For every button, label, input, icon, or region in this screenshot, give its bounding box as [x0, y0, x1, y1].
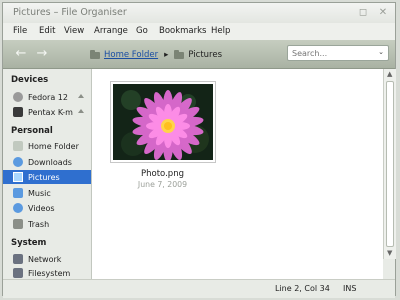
disk-icon	[13, 92, 23, 102]
file-date: June 7, 2009	[137, 180, 188, 189]
menu-go[interactable]: Go	[136, 26, 148, 36]
sidebar-item-videos[interactable]: Videos	[13, 201, 55, 215]
eject-icon[interactable]	[78, 109, 84, 113]
app-window: Pictures – File Organiser ◻ ✕ File Edit …	[2, 2, 396, 298]
pictures-folder-icon	[174, 49, 185, 59]
sidebar-item-pictures[interactable]: Pictures	[3, 170, 91, 184]
sidebar: Devices Fedora 12 Pentax K-m Personal Ho…	[3, 69, 92, 279]
sidebar-item-label: Pentax K-m	[28, 107, 73, 117]
sidebar-item-filesystem[interactable]: Filesystem	[13, 266, 70, 280]
pictures-icon	[13, 172, 23, 182]
file-thumbnail-frame[interactable]	[110, 81, 216, 163]
camera-icon	[13, 107, 23, 117]
sidebar-item-music[interactable]: Music	[13, 186, 51, 200]
download-icon	[13, 157, 23, 167]
scroll-up-icon[interactable]: ▲	[387, 71, 392, 78]
file-name[interactable]: Photo.png	[92, 169, 233, 179]
sidebar-item-label: Pictures	[28, 172, 60, 182]
music-icon	[13, 188, 23, 198]
sidebar-item-label: Network	[28, 254, 62, 264]
sidebar-item-trash[interactable]: Trash	[13, 217, 49, 231]
window-title: Pictures – File Organiser	[13, 7, 127, 18]
statusbar: Line 2, Col 34 INS	[3, 279, 395, 298]
sidebar-section-devices: Devices	[11, 75, 49, 85]
menu-arrange[interactable]: Arrange	[94, 26, 128, 36]
breadcrumb-home[interactable]: Home Folder	[104, 50, 158, 60]
sidebar-section-system: System	[11, 238, 47, 248]
forward-icon[interactable]: →	[34, 46, 50, 62]
file-view: Photo.png June 7, 2009	[92, 69, 383, 279]
titlebar[interactable]: Pictures – File Organiser ◻ ✕	[3, 3, 395, 23]
breadcrumb-separator-icon: ▸	[164, 50, 169, 60]
toolbar: ← → Home Folder ▸ Pictures ⌄	[3, 40, 395, 69]
sidebar-item-label: Music	[28, 188, 51, 198]
status-position: Line 2, Col 34	[275, 284, 330, 293]
search-box[interactable]: ⌄	[287, 45, 389, 61]
search-dropdown-icon[interactable]: ⌄	[378, 48, 384, 56]
sidebar-item-downloads[interactable]: Downloads	[13, 155, 72, 169]
menubar: File Edit View Arrange Go Bookmarks Help	[3, 23, 395, 40]
status-mode: INS	[343, 284, 357, 293]
maximize-icon[interactable]: ◻	[358, 8, 368, 18]
search-input[interactable]	[288, 46, 376, 60]
back-icon[interactable]: ←	[13, 46, 29, 62]
network-icon	[13, 254, 23, 264]
scrollbar[interactable]: ▲ ▼	[383, 69, 396, 259]
breadcrumb: Home Folder ▸ Pictures	[90, 48, 222, 62]
eject-icon[interactable]	[78, 94, 84, 98]
video-icon	[13, 203, 23, 213]
sidebar-item-network[interactable]: Network	[13, 252, 61, 266]
sidebar-section-personal: Personal	[11, 126, 53, 136]
sidebar-item-label: Videos	[28, 203, 55, 213]
sidebar-item-label: Trash	[28, 219, 50, 229]
flower-image	[113, 84, 213, 160]
photo-thumbnail	[113, 84, 213, 160]
breadcrumb-pictures[interactable]: Pictures	[188, 50, 222, 60]
menu-file[interactable]: File	[13, 26, 27, 36]
menu-help[interactable]: Help	[211, 26, 230, 36]
folder-icon	[90, 49, 100, 59]
sidebar-item-label: Home Folder	[28, 141, 79, 151]
sidebar-item-home-folder[interactable]: Home Folder	[13, 139, 79, 153]
sidebar-item-pentax-k-m[interactable]: Pentax K-m	[13, 105, 73, 119]
scroll-thumb[interactable]	[386, 81, 394, 247]
home-icon	[13, 141, 23, 151]
sidebar-item-label: Fedora 12	[28, 92, 68, 102]
filesystem-icon	[13, 268, 23, 278]
menu-bookmarks[interactable]: Bookmarks	[159, 26, 207, 36]
menu-edit[interactable]: Edit	[39, 26, 55, 36]
trash-icon	[13, 219, 23, 229]
close-icon[interactable]: ✕	[378, 8, 388, 18]
sidebar-item-fedora-12[interactable]: Fedora 12	[13, 90, 68, 104]
sidebar-item-label: Downloads	[28, 157, 72, 167]
scroll-down-icon[interactable]: ▼	[387, 250, 392, 257]
menu-view[interactable]: View	[64, 26, 84, 36]
sidebar-item-label: Filesystem	[28, 268, 71, 278]
